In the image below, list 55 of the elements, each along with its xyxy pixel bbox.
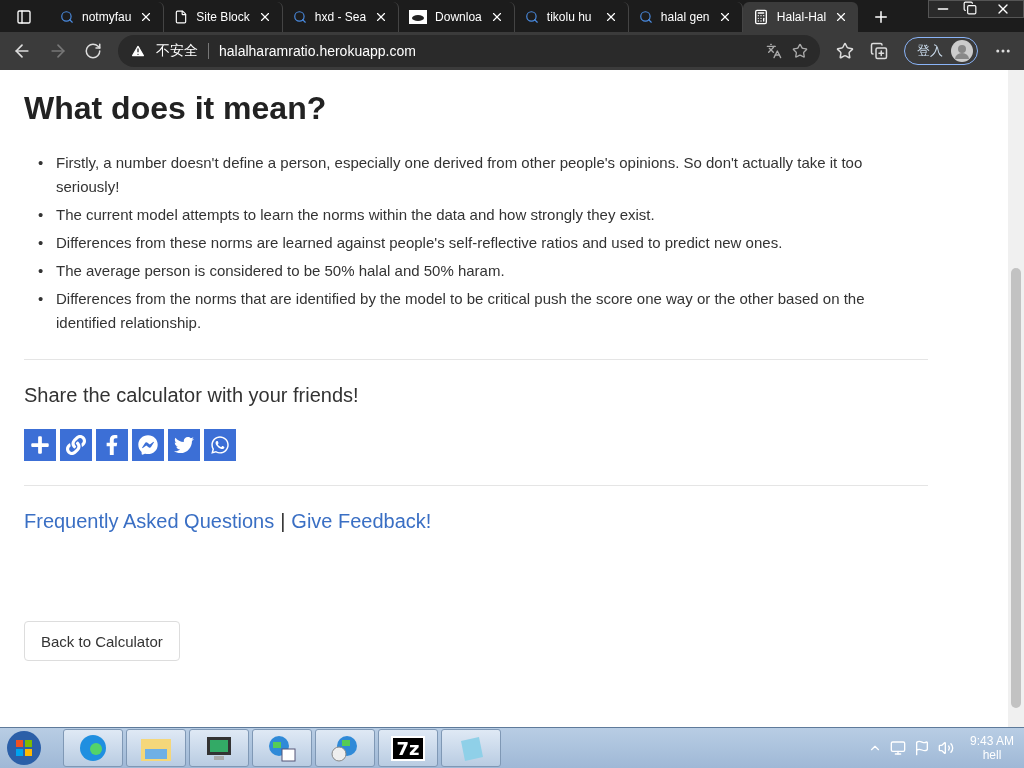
bullet-marker: • <box>38 233 45 253</box>
share-button[interactable] <box>132 429 164 461</box>
share-button[interactable] <box>96 429 128 461</box>
page-heading: What does it mean? <box>24 90 328 127</box>
search-icon <box>60 10 74 24</box>
archive-icon: 7z <box>391 735 425 761</box>
browser-icon <box>79 734 107 762</box>
url-text: halalharamratio.herokuapp.com <box>219 43 417 59</box>
plus-icon <box>30 435 50 455</box>
share-button[interactable] <box>168 429 200 461</box>
back-button[interactable]: Back to Calculator <box>24 621 180 661</box>
footer-link[interactable]: Give Feedback! <box>291 510 432 533</box>
messenger-icon <box>138 435 158 455</box>
scrollbar[interactable] <box>1008 70 1024 727</box>
link-icon <box>66 435 86 455</box>
search-icon <box>292 10 307 24</box>
bullet-text: The average person is considered to be 50% halal and 50% haram. <box>56 261 505 281</box>
address-bar[interactable]: 不安全 halalharamratio.herokuapp.com <box>118 35 820 67</box>
taskbar-button[interactable] <box>189 729 249 767</box>
bullet-text: Differences from these norms are learned against people's self-reflective ratios and used to predict new ones. <box>56 233 783 253</box>
twitter-icon <box>174 435 194 455</box>
bullet-text: Differences from the norms that are identified by the model to be critical push the score one way or the other based on the identified relationship. <box>56 289 866 333</box>
whatsapp-icon <box>210 435 230 455</box>
tab-actions-icon[interactable] <box>16 9 32 25</box>
share-button[interactable] <box>24 429 56 461</box>
browser-tab[interactable]: Halal-Hal <box>742 2 859 32</box>
calculator-icon <box>752 9 769 25</box>
reload-icon[interactable] <box>84 42 102 60</box>
share-button[interactable] <box>60 429 92 461</box>
globe-icon <box>330 734 360 762</box>
logo-icon <box>409 10 428 24</box>
favorite-icon[interactable] <box>792 43 808 59</box>
footer-link[interactable]: Frequently Asked Questions <box>24 510 275 533</box>
search-icon <box>638 10 653 24</box>
bullet-text: Firstly, a number doesn't define a person, especially one derived from other people's opinions. So don't actually take it too seriously! <box>56 153 864 197</box>
bullet-marker: • <box>38 205 45 225</box>
start-button[interactable] <box>4 729 44 767</box>
separator-text: | <box>280 510 286 533</box>
security-label: 不安全 <box>156 42 198 60</box>
monitor-icon <box>204 735 234 761</box>
avatar-icon <box>951 40 973 62</box>
favorites-icon[interactable] <box>836 42 854 60</box>
bullet-marker: • <box>38 153 45 173</box>
bullet-marker: • <box>38 261 45 281</box>
collections-icon[interactable] <box>870 42 888 60</box>
share-heading: Share the calculator with your friends! <box>24 384 360 407</box>
share-button[interactable] <box>204 429 236 461</box>
taskbar-button[interactable]: 7z <box>378 729 438 767</box>
search-icon <box>524 10 539 24</box>
globe-icon <box>267 734 297 762</box>
bullet-marker: • <box>38 289 45 309</box>
page-icon <box>174 10 189 24</box>
translate-icon[interactable] <box>766 43 782 59</box>
warning-icon <box>130 43 146 59</box>
bullet-text: The current model attempts to learn the norms within the data and how strongly they exist. <box>56 205 655 225</box>
